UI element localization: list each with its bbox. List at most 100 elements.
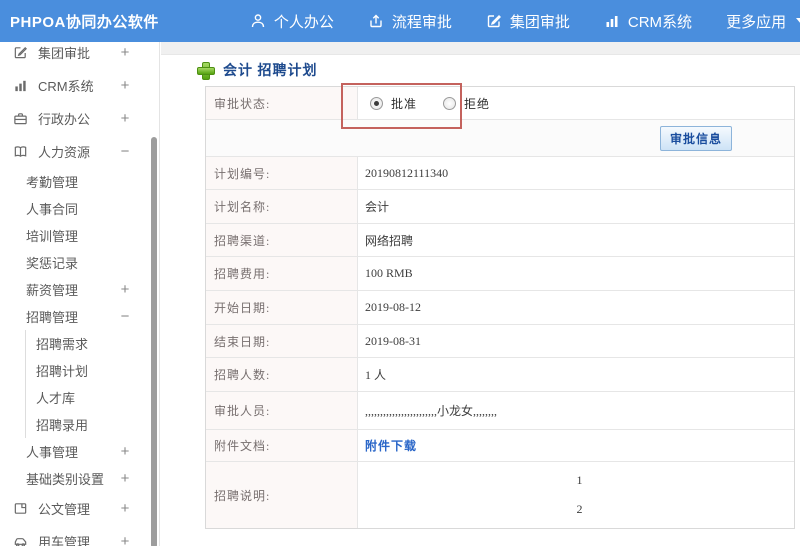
description-line: 2 bbox=[576, 502, 583, 516]
attachment-download-link[interactable]: 附件下载 bbox=[365, 437, 417, 454]
field-value: 2019-08-31 bbox=[365, 333, 421, 348]
expand-toggle[interactable]: + bbox=[119, 443, 131, 460]
sidebar-item-recruit-hire[interactable]: 招聘录用 bbox=[25, 411, 159, 438]
upload-flow-icon bbox=[368, 13, 384, 29]
field-label: 招聘费用: bbox=[206, 257, 358, 290]
expand-toggle[interactable]: + bbox=[119, 110, 131, 127]
sidebar-item-salary-mgmt[interactable]: 薪资管理 + bbox=[0, 276, 159, 303]
sidebar-item-admin-office[interactable]: 行政办公 + bbox=[0, 102, 159, 135]
sidebar-item-group-approval[interactable]: 集团审批 + bbox=[0, 42, 159, 69]
sidebar-item-label: 招聘管理 bbox=[26, 310, 79, 325]
field-value: 2019-08-12 bbox=[365, 300, 421, 314]
person-icon bbox=[250, 13, 266, 29]
sidebar-scrollbar[interactable] bbox=[151, 137, 157, 546]
sidebar-item-rewards-records[interactable]: 奖惩记录 bbox=[0, 249, 159, 276]
expand-toggle[interactable]: + bbox=[119, 281, 131, 298]
nav-item-label: CRM系统 bbox=[627, 13, 693, 31]
nav-personal-office[interactable]: 个人办公 bbox=[233, 11, 351, 32]
document-icon bbox=[12, 500, 29, 517]
nav-item-label: 个人办公 bbox=[273, 13, 334, 31]
sidebar-item-vehicle-mgmt[interactable]: 用车管理 + bbox=[0, 525, 159, 546]
row-approvers: 审批人员: ,,,,,,,,,,,,,,,,,,,,,,,,小龙女,,,,,,,… bbox=[206, 392, 794, 430]
sidebar-item-talent-pool[interactable]: 人才库 bbox=[25, 384, 159, 411]
row-recruit-channel: 招聘渠道: 网络招聘 bbox=[206, 224, 794, 257]
top-nav-menu: 个人办公 流程审批 集团审批 CRM系统 更多应用 bbox=[233, 11, 800, 32]
book-icon bbox=[12, 143, 29, 160]
sidebar: 集团审批 + CRM系统 + 行政办公 + 人力资源 − 考勤管理 人事合同 培… bbox=[0, 42, 160, 546]
nav-more-apps[interactable]: 更多应用 bbox=[709, 11, 800, 32]
nav-item-label: 更多应用 bbox=[726, 13, 787, 31]
caret-down-icon bbox=[796, 18, 800, 24]
sidebar-item-attendance[interactable]: 考勤管理 bbox=[0, 168, 159, 195]
sidebar-item-training[interactable]: 培训管理 bbox=[0, 222, 159, 249]
sidebar-item-label: CRM系统 bbox=[38, 79, 94, 94]
bar-chart-icon bbox=[12, 77, 29, 94]
field-value: 100 RMB bbox=[365, 266, 413, 280]
sidebar-item-label: 用车管理 bbox=[38, 535, 91, 546]
sidebar-item-label: 招聘计划 bbox=[36, 364, 89, 379]
expand-toggle[interactable]: + bbox=[119, 470, 131, 487]
field-value: 20190812111340 bbox=[365, 165, 449, 180]
field-value: 1 人 bbox=[365, 368, 387, 382]
sidebar-item-crm[interactable]: CRM系统 + bbox=[0, 69, 159, 102]
sidebar-item-label: 考勤管理 bbox=[26, 175, 79, 190]
sidebar-item-document-mgmt[interactable]: 公文管理 + bbox=[0, 492, 159, 525]
expand-toggle[interactable]: + bbox=[119, 77, 131, 94]
sidebar-item-label: 人力资源 bbox=[38, 145, 91, 160]
approval-status-options: 批准 拒绝 bbox=[358, 87, 794, 119]
sidebar-item-personnel-mgmt[interactable]: 人事管理 + bbox=[0, 438, 159, 465]
sidebar-item-hr[interactable]: 人力资源 − bbox=[0, 135, 159, 168]
nav-group-approval[interactable]: 集团审批 bbox=[469, 11, 587, 32]
radio-approve[interactable] bbox=[370, 96, 383, 110]
expand-toggle[interactable]: + bbox=[119, 533, 131, 546]
edit-square-icon bbox=[12, 44, 29, 61]
row-approval-status: 审批状态: 批准 拒绝 bbox=[206, 87, 794, 120]
field-label: 审批人员: bbox=[206, 392, 358, 429]
sidebar-item-label: 人事管理 bbox=[26, 445, 79, 460]
sidebar-item-label: 人才库 bbox=[36, 391, 76, 406]
approval-info-button[interactable]: 审批信息 bbox=[659, 125, 732, 151]
car-icon bbox=[12, 533, 29, 546]
row-description: 招聘说明: 1 2 bbox=[206, 462, 794, 528]
sidebar-item-label: 人事合同 bbox=[26, 202, 79, 217]
radio-label: 拒绝 bbox=[464, 96, 491, 111]
sidebar-item-label: 招聘录用 bbox=[36, 418, 89, 433]
sidebar-item-recruit-demand[interactable]: 招聘需求 bbox=[25, 330, 159, 357]
sidebar-item-label: 公文管理 bbox=[38, 502, 91, 517]
sidebar-item-hr-contract[interactable]: 人事合同 bbox=[0, 195, 159, 222]
field-label: 结束日期: bbox=[206, 325, 358, 357]
nav-process-approval[interactable]: 流程审批 bbox=[351, 11, 469, 32]
field-value: ,,,,,,,,,,,,,,,,,,,,,,,,小龙女,,,,,,,, bbox=[365, 404, 498, 418]
field-label: 招聘说明: bbox=[206, 462, 358, 528]
field-value: 会计 bbox=[365, 200, 390, 214]
field-value: 网络招聘 bbox=[365, 233, 414, 248]
collapse-toggle[interactable]: − bbox=[119, 308, 131, 325]
expand-toggle[interactable]: + bbox=[119, 500, 131, 517]
row-recruit-cost: 招聘费用: 100 RMB bbox=[206, 257, 794, 291]
top-navigation-bar: PHPOA协同办公软件 个人办公 流程审批 集团审批 CRM系统 更多应用 bbox=[0, 0, 800, 42]
sidebar-item-label: 招聘需求 bbox=[36, 337, 89, 352]
field-label: 计划名称: bbox=[206, 190, 358, 223]
recruit-plan-detail-table: 审批状态: 批准 拒绝 审批信息 计划编号: 20190812111340 计划… bbox=[205, 86, 795, 529]
sidebar-item-recruit-plan[interactable]: 招聘计划 bbox=[25, 357, 159, 384]
nav-item-label: 流程审批 bbox=[391, 13, 452, 31]
row-headcount: 招聘人数: 1 人 bbox=[206, 358, 794, 392]
app-logo: PHPOA协同办公软件 bbox=[10, 13, 159, 31]
row-approve-button: 审批信息 bbox=[206, 120, 794, 157]
briefcase-icon bbox=[12, 110, 29, 127]
collapse-toggle[interactable]: − bbox=[119, 143, 131, 160]
row-end-date: 结束日期: 2019-08-31 bbox=[206, 325, 794, 358]
reject-option: 拒绝 bbox=[443, 95, 490, 112]
description-line: 1 bbox=[576, 473, 583, 487]
expand-toggle[interactable]: + bbox=[119, 44, 131, 61]
sidebar-item-recruit-mgmt[interactable]: 招聘管理 − bbox=[0, 303, 159, 330]
field-value: 1 2 bbox=[358, 462, 794, 528]
field-label: 开始日期: bbox=[206, 291, 358, 324]
row-plan-name: 计划名称: 会计 bbox=[206, 190, 794, 224]
nav-item-label: 集团审批 bbox=[509, 13, 570, 31]
row-start-date: 开始日期: 2019-08-12 bbox=[206, 291, 794, 325]
radio-reject[interactable] bbox=[443, 96, 457, 110]
sidebar-item-base-category[interactable]: 基础类别设置 + bbox=[0, 465, 159, 492]
plus-icon bbox=[197, 62, 215, 80]
nav-crm-system[interactable]: CRM系统 bbox=[587, 11, 709, 32]
